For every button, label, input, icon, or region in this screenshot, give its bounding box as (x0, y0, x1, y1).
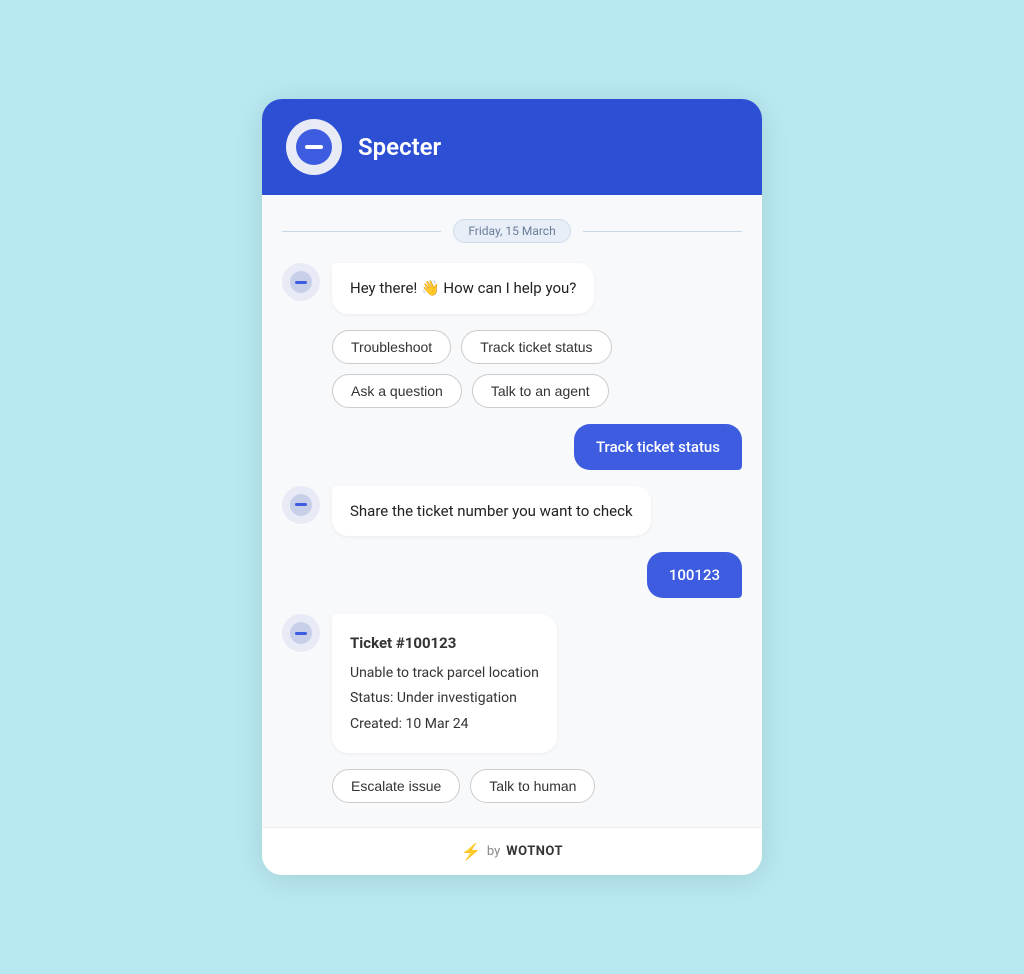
ticket-info-bubble: Ticket #100123 Unable to track parcel lo… (332, 614, 557, 753)
bot-face-inner-2 (290, 494, 312, 516)
bot-name: Specter (358, 133, 441, 161)
bot-avatar-large (286, 119, 342, 175)
bot-greeting-bubble: Hey there! 👋 How can I help you? (332, 263, 594, 314)
ticket-id: Ticket #100123 (350, 630, 539, 657)
bot-avatar-small-3 (282, 614, 320, 652)
chat-header: Specter (262, 99, 762, 195)
divider-line-right (583, 231, 742, 232)
user-track-ticket-bubble: Track ticket status (574, 424, 742, 470)
option-talk-human[interactable]: Talk to human (470, 769, 595, 803)
option-ask-question[interactable]: Ask a question (332, 374, 462, 408)
user-track-ticket-row: Track ticket status (282, 424, 742, 470)
bot-face-inner-3 (290, 622, 312, 644)
ticket-status: Status: Under investigation (350, 686, 539, 711)
bot-icon (296, 129, 332, 165)
ticket-created: Created: 10 Mar 24 (350, 712, 539, 737)
bot-greeting-row: Hey there! 👋 How can I help you? (282, 263, 742, 314)
ticket-description: Unable to track parcel location (350, 661, 539, 686)
bot-share-ticket-bubble: Share the ticket number you want to chec… (332, 486, 651, 537)
footer-brand: WOTNOT (506, 844, 563, 859)
options-row-1: Troubleshoot Track ticket status Ask a q… (332, 330, 742, 408)
bot-ticket-info-row: Ticket #100123 Unable to track parcel lo… (282, 614, 742, 753)
option-talk-agent[interactable]: Talk to an agent (472, 374, 609, 408)
option-troubleshoot[interactable]: Troubleshoot (332, 330, 451, 364)
divider-line-left (282, 231, 441, 232)
bot-avatar-small-2 (282, 486, 320, 524)
footer-by-text: by (487, 844, 500, 859)
chat-body: Friday, 15 March Hey there! 👋 How can I … (262, 195, 762, 827)
user-ticket-number-bubble: 100123 (647, 552, 742, 598)
date-divider: Friday, 15 March (282, 219, 742, 243)
options-row-2: Escalate issue Talk to human (332, 769, 742, 803)
option-track-ticket[interactable]: Track ticket status (461, 330, 611, 364)
footer: ⚡ by WOTNOT (262, 827, 762, 875)
date-label: Friday, 15 March (453, 219, 570, 243)
option-escalate-issue[interactable]: Escalate issue (332, 769, 460, 803)
user-ticket-number-row: 100123 (282, 552, 742, 598)
bot-share-ticket-row: Share the ticket number you want to chec… (282, 486, 742, 537)
chat-container: Specter Friday, 15 March Hey there! 👋 Ho… (262, 99, 762, 875)
bot-face-inner-1 (290, 271, 312, 293)
bot-avatar-small-1 (282, 263, 320, 301)
lightning-icon: ⚡ (461, 842, 481, 861)
